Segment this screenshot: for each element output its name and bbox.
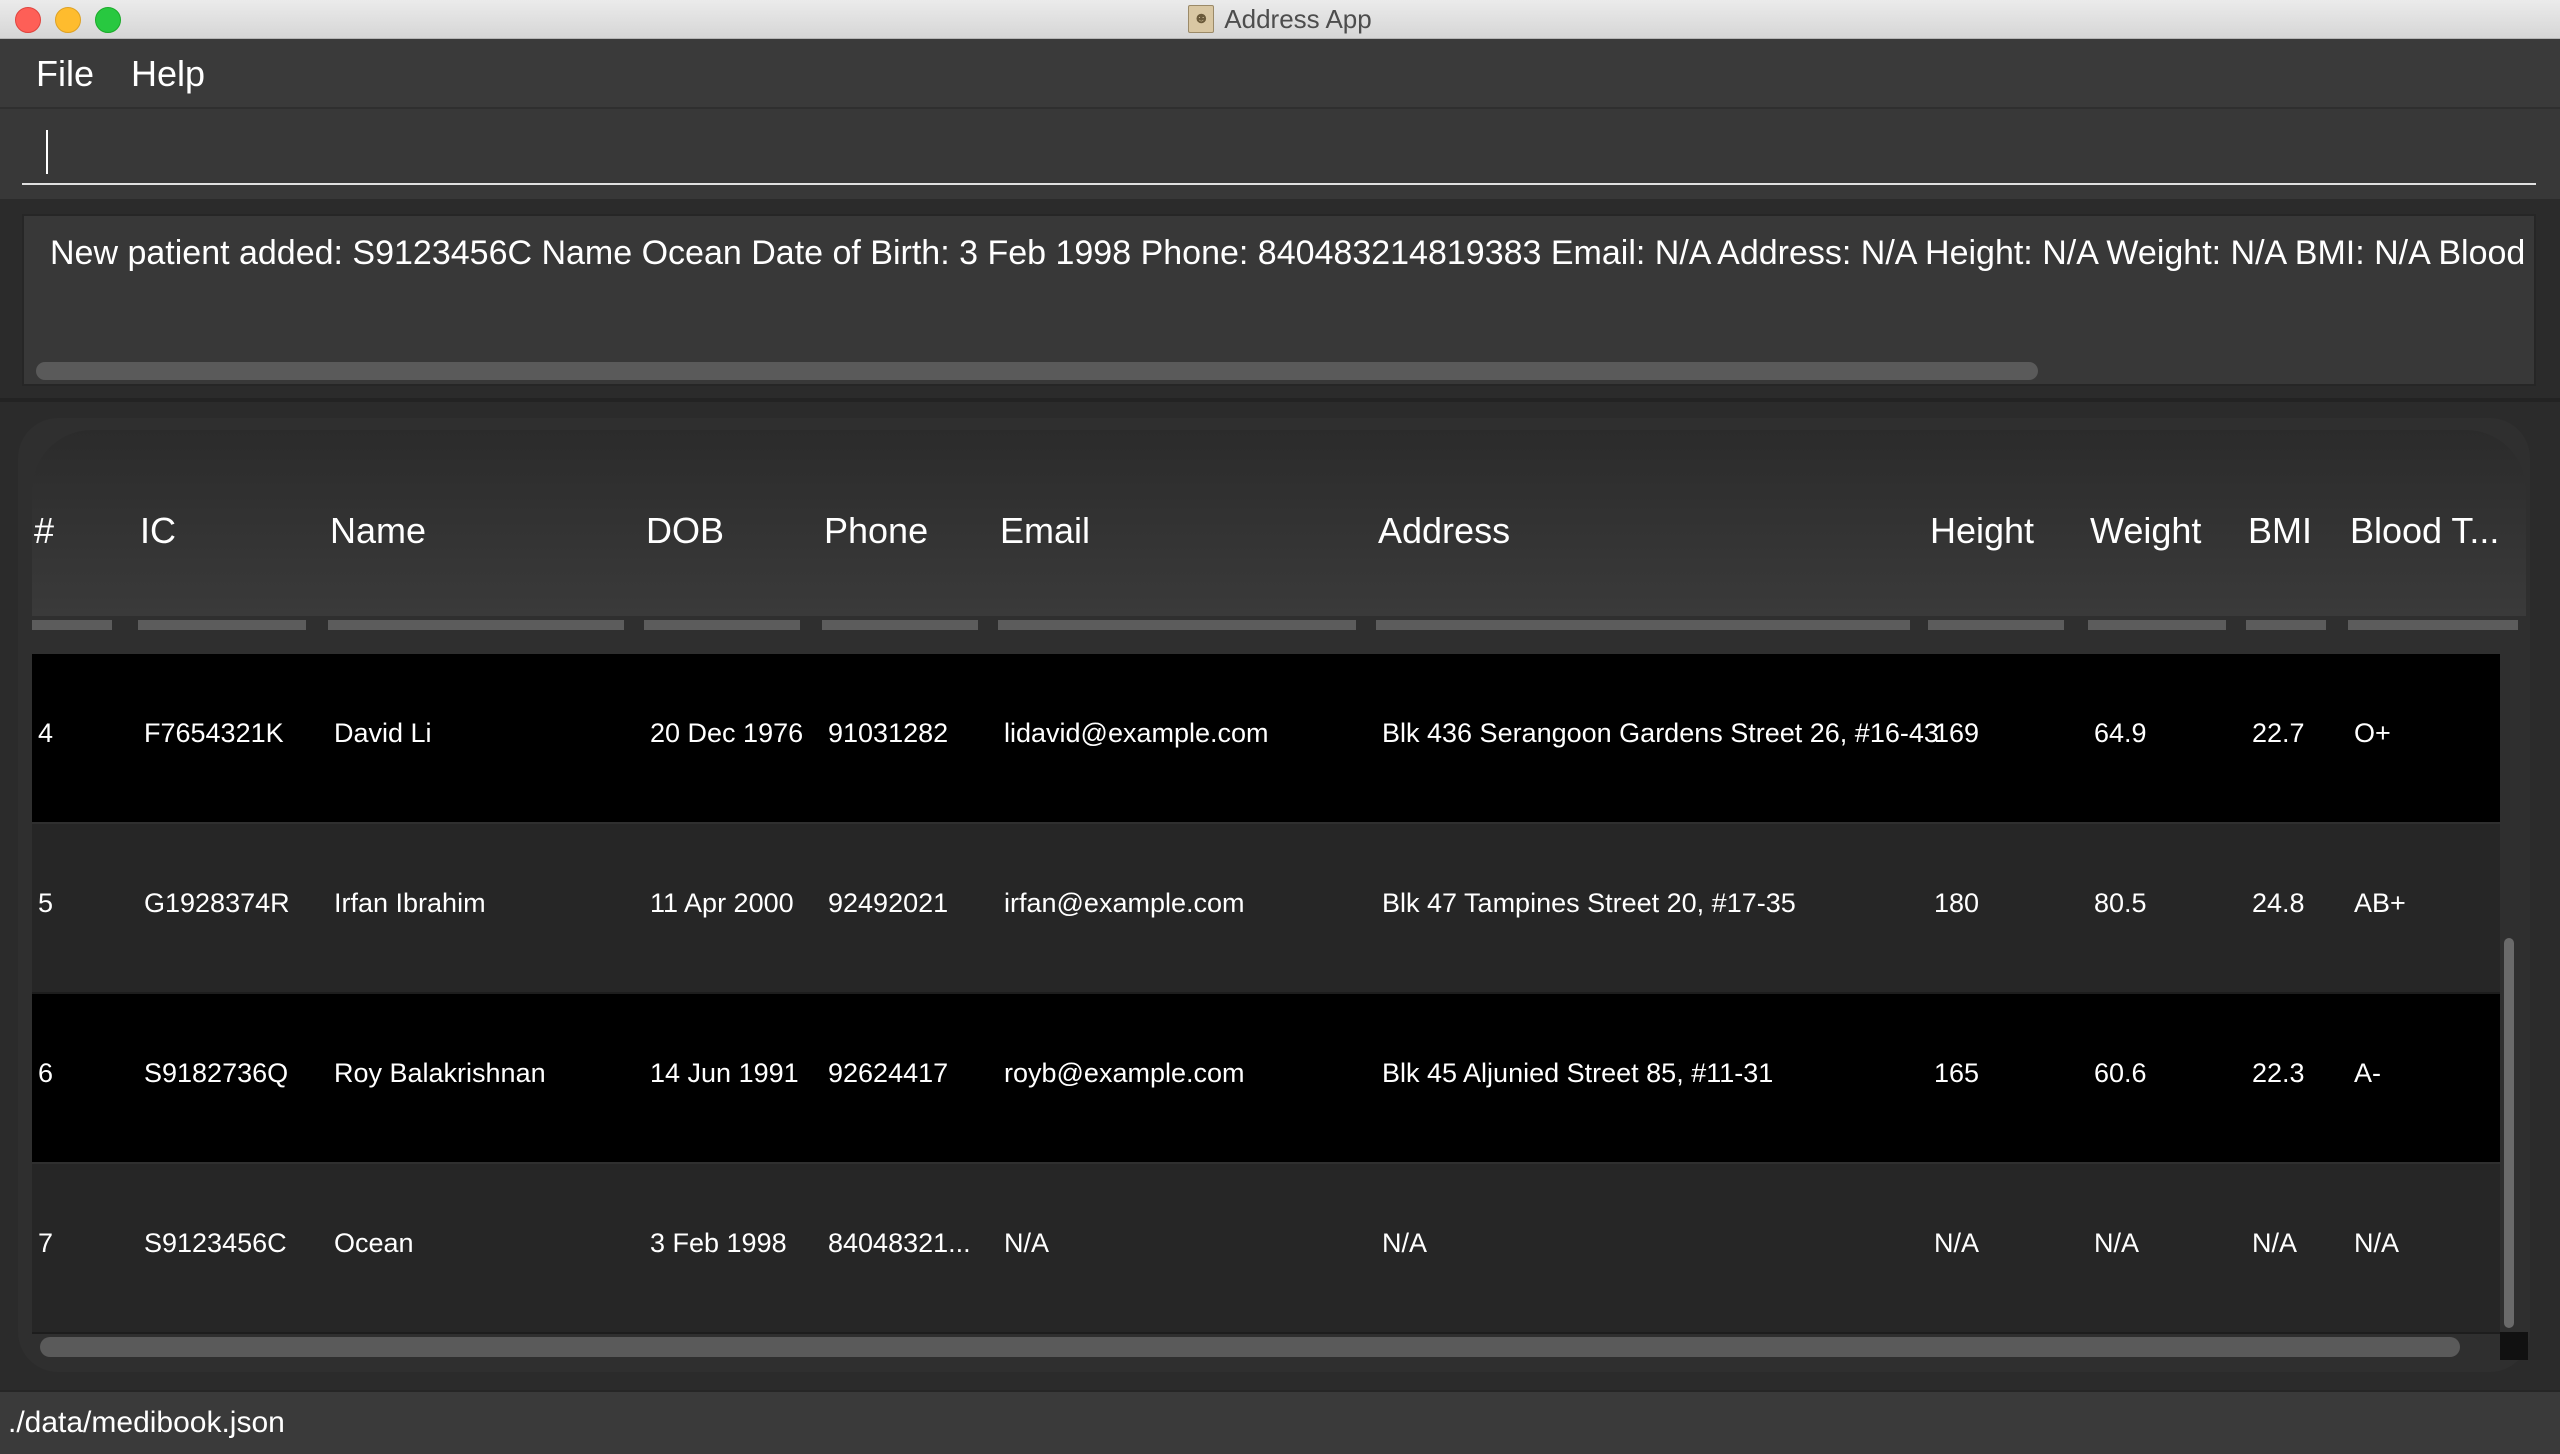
column-header-email[interactable]: Email — [1000, 510, 1090, 552]
cell-blood-type: N/A — [2354, 1228, 2400, 1258]
cell-index: 4 — [38, 718, 54, 748]
table-row[interactable]: 4 F7654321K David Li 20 Dec 1976 91031282 lid… — [32, 654, 2510, 822]
cell-ic: S9182736Q — [144, 1058, 289, 1088]
cell-bmi: 22.3 — [2252, 1058, 2305, 1088]
cell-dob: 14 Jun 1991 — [650, 1058, 799, 1088]
patient-table: # IC Name DOB Phone Email Address Height Weight B… — [18, 418, 2530, 1372]
command-input[interactable] — [22, 121, 2536, 185]
result-horizontal-scrollbar[interactable] — [36, 362, 2038, 380]
cell-address: Blk 47 Tampines Street 20, #17-35 — [1382, 888, 1796, 918]
cell-name: Irfan Ibrahim — [334, 888, 486, 918]
scrollbar-corner — [2500, 1332, 2528, 1360]
cell-email: irfan@example.com — [1004, 888, 1245, 918]
cell-email: royb@example.com — [1004, 1058, 1245, 1088]
cell-name: David Li — [334, 718, 432, 748]
cell-address: Blk 45 Aljunied Street 85, #11-31 — [1382, 1058, 1774, 1088]
column-resize-handle[interactable] — [1928, 620, 2064, 630]
cell-weight: 60.6 — [2094, 1058, 2147, 1088]
cell-phone: 84048321... — [828, 1228, 971, 1258]
cell-weight: N/A — [2094, 1228, 2140, 1258]
column-resize-handle[interactable] — [2088, 620, 2226, 630]
cell-ic: S9123456C — [144, 1228, 287, 1258]
column-header-weight[interactable]: Weight — [2090, 510, 2201, 552]
column-header-address[interactable]: Address — [1378, 510, 1510, 552]
cell-phone: 92492021 — [828, 888, 949, 918]
menu-file[interactable]: File — [36, 53, 94, 95]
cell-email: lidavid@example.com — [1004, 718, 1269, 748]
cell-index: 5 — [38, 888, 54, 918]
cell-height: 165 — [1934, 1058, 1980, 1088]
cell-bmi: 22.7 — [2252, 718, 2305, 748]
cell-email: N/A — [1004, 1228, 1050, 1258]
cell-dob: 11 Apr 2000 — [650, 888, 794, 918]
table-row[interactable]: 7 S9123456C Ocean 3 Feb 1998 84048321... N/A N… — [32, 1164, 2510, 1334]
cell-index: 6 — [38, 1058, 54, 1088]
column-header-ic[interactable]: IC — [140, 510, 176, 552]
column-resize-handle[interactable] — [32, 620, 112, 630]
cell-name: Ocean — [334, 1228, 414, 1258]
menu-help[interactable]: Help — [131, 53, 205, 95]
column-resize-handle[interactable] — [2348, 620, 2518, 630]
column-header-bmi[interactable]: BMI — [2248, 510, 2312, 552]
column-header-phone[interactable]: Phone — [824, 510, 928, 552]
text-caret — [46, 130, 48, 174]
cell-name: Roy Balakrishnan — [334, 1058, 546, 1088]
column-resize-handle[interactable] — [822, 620, 978, 630]
column-header-dob[interactable]: DOB — [646, 510, 724, 552]
column-resize-handle[interactable] — [644, 620, 800, 630]
column-resize-handle[interactable] — [328, 620, 624, 630]
table-horizontal-scrollbar[interactable] — [40, 1337, 2460, 1357]
cell-dob: 20 Dec 1976 — [650, 718, 804, 748]
status-bar: ./data/medibook.json — [0, 1390, 2560, 1454]
column-resize-handle[interactable] — [998, 620, 1356, 630]
cell-weight: 80.5 — [2094, 888, 2147, 918]
menu-bar: File Help — [0, 39, 2560, 109]
result-display: New patient added: S9123456C Name Ocean … — [22, 214, 2536, 386]
result-message: New patient added: S9123456C Name Ocean … — [50, 234, 2536, 272]
cell-height: 180 — [1934, 888, 1980, 918]
cell-dob: 3 Feb 1998 — [650, 1228, 787, 1258]
save-location: ./data/medibook.json — [8, 1406, 285, 1439]
cell-blood-type: AB+ — [2354, 888, 2406, 918]
cell-bmi: N/A — [2252, 1228, 2298, 1258]
cell-phone: 92624417 — [828, 1058, 949, 1088]
table-row[interactable]: 5 G1928374R Irfan Ibrahim 11 Apr 2000 924920… — [32, 824, 2510, 994]
cell-index: 7 — [38, 1228, 54, 1258]
address-book-icon: ☻ — [1188, 5, 1215, 33]
title-bar: ☻ Address App — [0, 0, 2560, 39]
cell-ic: G1928374R — [144, 888, 290, 918]
cell-blood-type: O+ — [2354, 718, 2391, 748]
column-resize-handle[interactable] — [2246, 620, 2326, 630]
column-resize-handle[interactable] — [138, 620, 306, 630]
column-header-name[interactable]: Name — [330, 510, 426, 552]
cell-blood-type: A- — [2354, 1058, 2381, 1088]
table-row[interactable]: 6 S9182736Q Roy Balakrishnan 14 Jun 1991 926… — [32, 994, 2510, 1162]
cell-address: N/A — [1382, 1228, 1428, 1258]
cell-ic: F7654321K — [144, 718, 284, 748]
cell-height: 169 — [1934, 718, 1980, 748]
command-box — [0, 109, 2560, 199]
window-title: Address App — [1224, 3, 1372, 34]
column-resize-handle[interactable] — [1376, 620, 1910, 630]
column-header-blood-type[interactable]: Blood T... — [2350, 510, 2499, 552]
cell-bmi: 24.8 — [2252, 888, 2305, 918]
column-header-height[interactable]: Height — [1930, 510, 2034, 552]
column-header-index[interactable]: # — [34, 510, 54, 552]
cell-height: N/A — [1934, 1228, 1980, 1258]
table-vertical-scrollbar[interactable] — [2504, 938, 2514, 1328]
cell-phone: 91031282 — [828, 718, 949, 748]
divider — [0, 398, 2560, 402]
cell-address: Blk 436 Serangoon Gardens Street 26, #16… — [1382, 718, 1939, 748]
cell-weight: 64.9 — [2094, 718, 2147, 748]
